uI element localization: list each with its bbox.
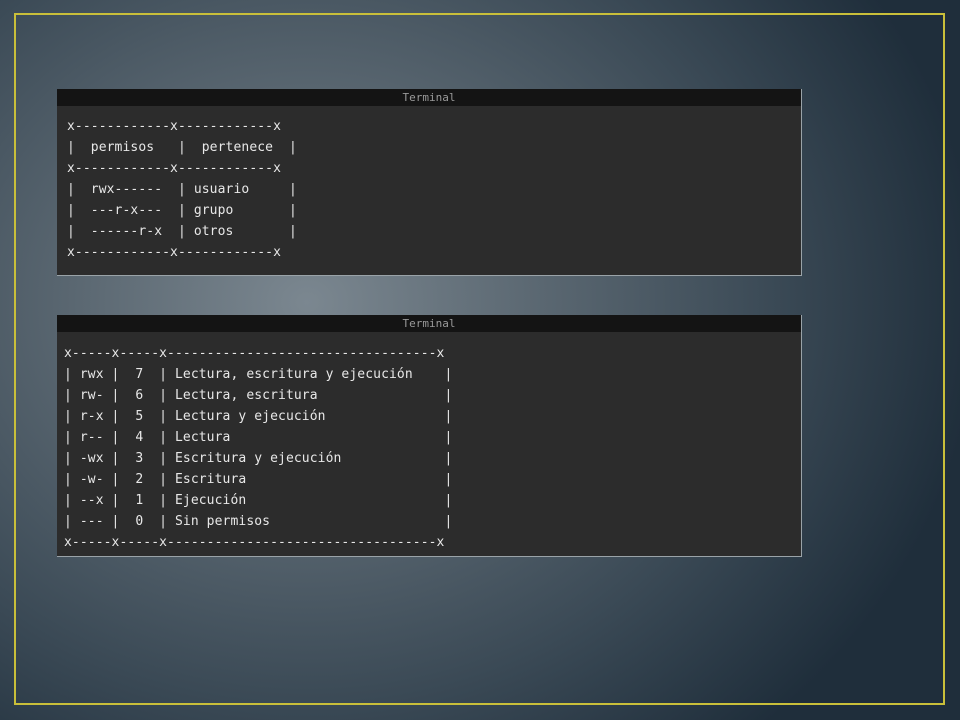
terminal-line: x-----x-----x---------------------------…: [64, 346, 445, 361]
terminal-line: | -wx | 3 | Escritura y ejecución |: [64, 451, 453, 466]
terminal-line: x-----x-----x---------------------------…: [64, 535, 445, 550]
terminal-line: x------------x------------x: [67, 119, 282, 134]
terminal-line: x------------x------------x: [67, 245, 282, 260]
terminal-line: | rwx------ | usuario |: [67, 182, 297, 197]
terminal-line: | ---r-x--- | grupo |: [67, 203, 297, 218]
terminal-output: x-----x-----x---------------------------…: [57, 332, 801, 553]
terminal-line: | rwx | 7 | Lectura, escritura y ejecuci…: [64, 367, 453, 382]
terminal-line: | r-x | 5 | Lectura y ejecución |: [64, 409, 453, 424]
terminal-line: | permisos | pertenece |: [67, 140, 297, 155]
terminal-output: x------------x------------x | permisos |…: [57, 106, 801, 263]
terminal-line: | r-- | 4 | Lectura |: [64, 430, 453, 445]
terminal-line: | rw- | 6 | Lectura, escritura |: [64, 388, 453, 403]
terminal-title: Terminal: [57, 315, 801, 332]
terminal-line: | ------r-x | otros |: [67, 224, 297, 239]
terminal-title: Terminal: [57, 89, 801, 106]
terminal-line: x------------x------------x: [67, 161, 282, 176]
terminal-window-ownership: Terminal x------------x------------x | p…: [57, 89, 802, 276]
terminal-window-octal: Terminal x-----x-----x------------------…: [57, 315, 802, 557]
terminal-line: | -w- | 2 | Escritura |: [64, 472, 453, 487]
terminal-line: | --- | 0 | Sin permisos |: [64, 514, 453, 529]
terminal-line: | --x | 1 | Ejecución |: [64, 493, 453, 508]
